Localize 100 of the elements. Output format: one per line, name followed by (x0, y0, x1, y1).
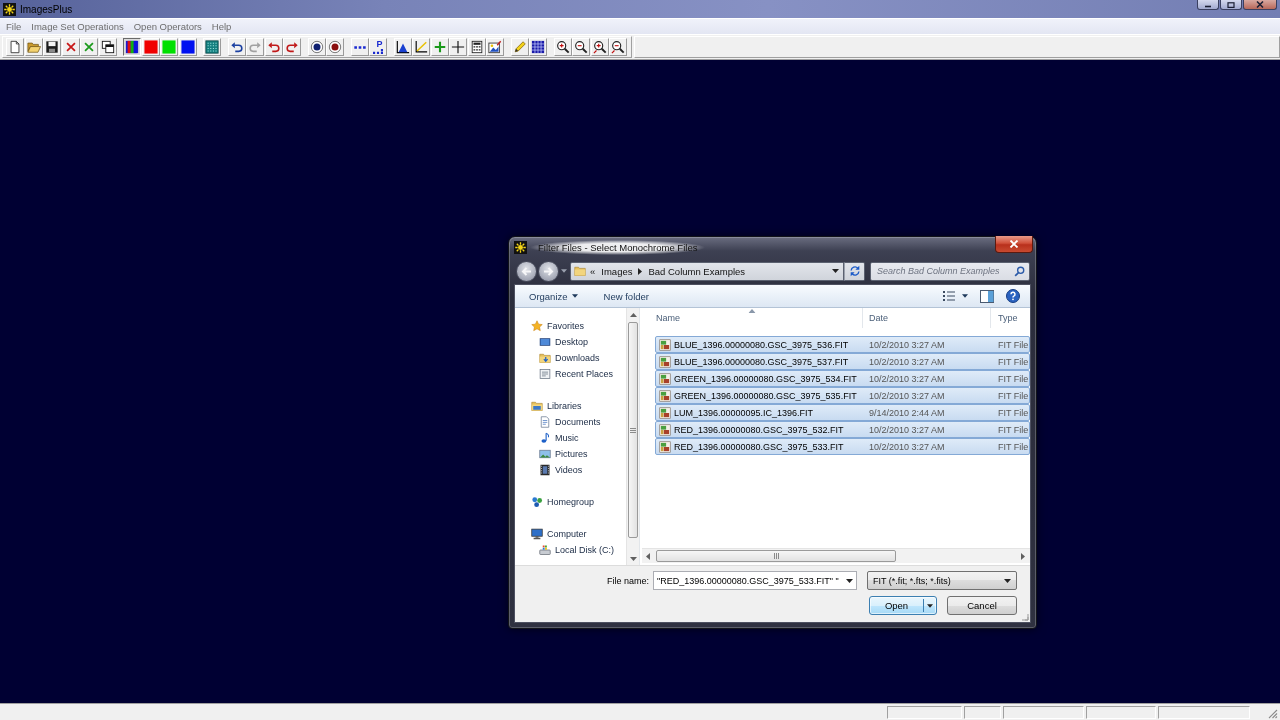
file-name-label: File name: (606, 575, 649, 586)
nav-item[interactable]: Libraries (531, 398, 582, 414)
file-row[interactable]: LUM_1396.00000095.IC_1396.FIT 9/14/2010 2:44 AM FIT File (655, 404, 1030, 421)
column-header[interactable]: Type (991, 308, 1030, 328)
image-file-icon (659, 372, 671, 385)
folder-icon (26, 40, 41, 54)
address-bar[interactable]: « Images Bad Column Examples (570, 261, 844, 281)
star-icon (531, 320, 543, 332)
file-name-field[interactable]: "RED_1396.00000080.GSC_3975_533.FIT" " (653, 571, 857, 590)
view-list-icon (942, 290, 956, 302)
grip-icon (630, 427, 636, 433)
zoom-in-icon (592, 40, 607, 54)
caret-icon[interactable] (1004, 578, 1011, 583)
file-row[interactable]: RED_1396.00000080.GSC_3975_533.FIT 10/2/2010 3:27 AM FIT File (655, 438, 1030, 455)
refresh-button[interactable] (844, 261, 865, 281)
redo-arrow-icon (248, 40, 262, 54)
command-button[interactable]: New folder (597, 286, 655, 306)
pencil-icon (512, 40, 527, 54)
dots-icon (372, 49, 384, 54)
picture-icon (488, 40, 502, 54)
vertical-scrollbar[interactable] (626, 308, 639, 565)
menu-item[interactable]: Help (206, 21, 237, 32)
resize-grip-icon[interactable] (1020, 612, 1029, 621)
column-header[interactable]: Date (863, 308, 991, 328)
scrollbar-thumb[interactable] (656, 550, 896, 562)
maximize-button[interactable] (1220, 0, 1242, 10)
axes-line-icon (414, 40, 428, 54)
view-button[interactable] (942, 290, 968, 302)
file-type: FIT File (998, 373, 1029, 384)
swatch-icon (162, 40, 176, 54)
nav-item[interactable]: Favorites (531, 318, 584, 334)
dotted-square-icon (205, 40, 219, 54)
resize-grip-icon[interactable] (1266, 707, 1278, 719)
file-type: FIT File (998, 424, 1029, 435)
nav-item[interactable]: Computer (531, 526, 587, 542)
toolbar-button[interactable]: P (369, 38, 387, 56)
nav-item[interactable]: Homegroup (531, 494, 595, 510)
right-arrow-icon[interactable] (1021, 552, 1025, 560)
caret-icon[interactable] (832, 269, 839, 273)
file-row[interactable]: BLUE_1396.00000080.GSC_3975_536.FIT 10/2/2010 3:27 AM FIT File (655, 336, 1030, 353)
minimize-button[interactable] (1197, 0, 1219, 10)
image-file-icon (659, 406, 671, 419)
image-file-icon (659, 423, 671, 436)
close-button[interactable] (1243, 0, 1277, 10)
grip-icon (773, 553, 779, 559)
breadcrumb[interactable]: Bad Column Examples (648, 265, 746, 277)
stacked-windows-icon (100, 40, 115, 54)
nav-item[interactable]: Recent Places (539, 366, 614, 382)
file-row[interactable]: GREEN_1396.00000080.GSC_3975_534.FIT 10/2/2010 3:27 AM FIT File (655, 370, 1030, 387)
nav-item[interactable]: Local Disk (C:) (539, 542, 614, 558)
list-window-icon (539, 368, 551, 380)
nav-item[interactable]: Downloads (539, 350, 600, 366)
undo-arrow-icon (266, 40, 281, 54)
nav-item[interactable]: Music (539, 430, 579, 446)
nav-item[interactable]: Videos (539, 462, 583, 478)
split-panel-icon (980, 289, 994, 303)
preview-pane-button[interactable] (980, 289, 994, 303)
caret-icon[interactable] (846, 578, 853, 583)
command-button[interactable]: Organize (523, 286, 584, 306)
left-arrow-icon (521, 266, 532, 276)
screen-icon (539, 336, 551, 348)
file-date: 9/14/2010 2:44 AM (869, 407, 945, 418)
up-arrow-icon[interactable] (629, 312, 637, 317)
caret-icon (571, 294, 578, 298)
swatch-icon (143, 40, 158, 54)
toolbar-button[interactable] (123, 38, 141, 56)
file-type-dropdown[interactable]: FIT (*.fit; *.fts; *.fits) (867, 571, 1017, 590)
right-arrow-icon (543, 266, 554, 276)
file-row[interactable]: GREEN_1396.00000080.GSC_3975_535.FIT 10/2/2010 3:27 AM FIT File (655, 387, 1030, 404)
caret-icon (927, 603, 933, 608)
swatch-icon (180, 40, 195, 54)
left-arrow-icon[interactable] (646, 552, 650, 560)
file-type: FIT File (998, 356, 1029, 367)
horizontal-scrollbar[interactable] (642, 548, 1030, 563)
dialog-button[interactable]: Open (869, 596, 937, 615)
file-date: 10/2/2010 3:27 AM (869, 424, 945, 435)
image-file-icon (659, 440, 671, 453)
column-header[interactable]: Name (642, 308, 863, 328)
menu-item[interactable]: Open Operators (128, 21, 207, 32)
close-button[interactable] (995, 236, 1033, 253)
menu-item[interactable]: Image Set Operations (26, 21, 129, 32)
redo-arrow-icon (285, 40, 299, 54)
nav-item[interactable]: Documents (539, 414, 601, 430)
search-field[interactable]: Search Bad Column Examples (870, 261, 1030, 281)
folder-arrow-icon (539, 352, 551, 364)
help-button[interactable] (1006, 289, 1020, 303)
nav-item[interactable]: Desktop (539, 334, 589, 350)
menu-item[interactable]: File (1, 21, 27, 32)
nav-item[interactable]: Pictures (539, 446, 588, 462)
scrollbar-thumb[interactable] (628, 322, 638, 538)
file-row[interactable]: BLUE_1396.00000080.GSC_3975_537.FIT 10/2/2010 3:27 AM FIT File (655, 353, 1030, 370)
forward-button[interactable] (538, 260, 559, 282)
down-arrow-icon[interactable] (629, 556, 637, 561)
file-row[interactable]: RED_1396.00000080.GSC_3975_532.FIT 10/2/2010 3:27 AM FIT File (655, 421, 1030, 438)
breadcrumb[interactable]: Images (601, 265, 633, 277)
breadcrumb-overflow[interactable]: « (590, 265, 596, 277)
file-date: 10/2/2010 3:27 AM (869, 441, 945, 452)
back-button[interactable] (516, 260, 537, 282)
dialog-button[interactable]: Cancel (947, 596, 1017, 615)
help-icon (1006, 289, 1020, 303)
